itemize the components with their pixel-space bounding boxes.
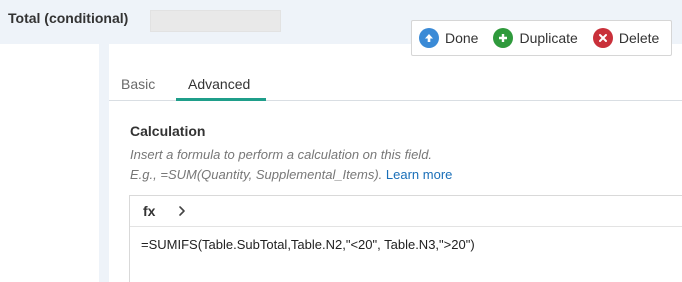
duplicate-button[interactable]: Duplicate <box>493 28 578 48</box>
tab-bar: Basic Advanced <box>109 70 682 101</box>
plus-circle-icon <box>493 28 514 48</box>
duplicate-label: Duplicate <box>519 30 578 46</box>
field-value-input[interactable] <box>150 10 281 32</box>
done-button[interactable]: Done <box>419 28 478 48</box>
learn-more-link[interactable]: Learn more <box>386 167 452 182</box>
tab-basic[interactable]: Basic <box>121 76 155 92</box>
arrow-up-circle-icon <box>419 28 439 48</box>
tab-advanced[interactable]: Advanced <box>188 76 250 92</box>
calculation-title: Calculation <box>130 123 206 139</box>
chevron-right-icon[interactable] <box>177 205 187 217</box>
example-text: E.g., =SUM(Quantity, Supplemental_Items)… <box>130 167 383 182</box>
fx-label: fx <box>143 203 156 219</box>
field-toolbar: Done Duplicate Delete <box>411 20 672 56</box>
formula-toolbar: fx <box>130 196 682 227</box>
active-tab-indicator <box>176 98 266 101</box>
field-title: Total (conditional) <box>8 10 129 26</box>
calculation-example: E.g., =SUM(Quantity, Supplemental_Items)… <box>130 167 452 182</box>
delete-button[interactable]: Delete <box>592 28 660 48</box>
x-circle-icon <box>592 28 613 48</box>
delete-label: Delete <box>618 30 660 46</box>
calculation-hint: Insert a formula to perform a calculatio… <box>130 147 433 162</box>
done-label: Done <box>445 30 479 46</box>
left-panel <box>0 44 99 282</box>
formula-input[interactable]: =SUMIFS(Table.SubTotal,Table.N2,"<20", T… <box>141 237 475 252</box>
formula-editor: fx =SUMIFS(Table.SubTotal,Table.N2,"<20"… <box>129 195 682 282</box>
